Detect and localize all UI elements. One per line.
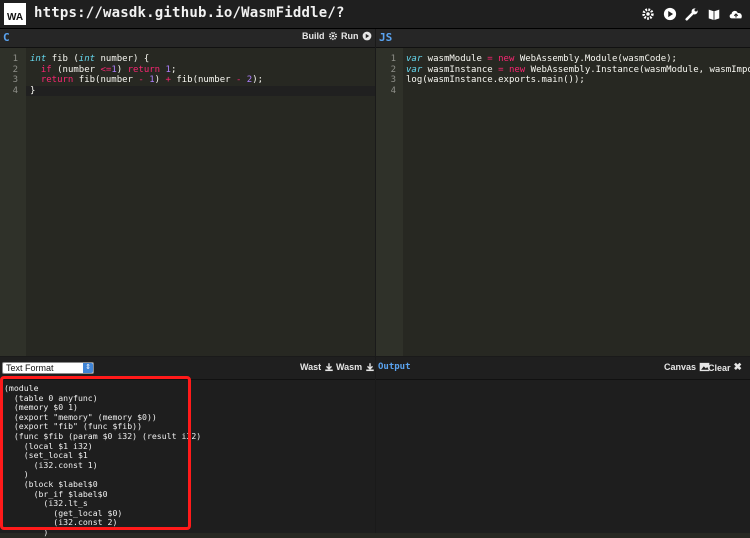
build-label: Build: [302, 31, 325, 41]
vertical-divider[interactable]: [375, 29, 376, 533]
gear-icon[interactable]: [640, 6, 656, 22]
cloud-upload-icon[interactable]: [728, 6, 744, 22]
canvas-label: Canvas: [664, 362, 697, 372]
clear-button[interactable]: Clear ✖: [708, 362, 742, 373]
format-select[interactable]: Text Format ⇕: [2, 362, 94, 374]
js-code-line-3: log(wasmInstance.exports.main());: [406, 75, 585, 85]
run-button[interactable]: Run: [341, 31, 372, 41]
c-editor[interactable]: 1 2 3 4 int fib (int number) { if (numbe…: [0, 48, 375, 356]
format-select-value: Text Format: [6, 363, 54, 373]
js-code-line-2: var wasmInstance = new WebAssembly.Insta…: [406, 64, 750, 75]
c-code-line-1: int fib (int number) {: [30, 54, 150, 64]
wast-download-button[interactable]: Wast: [300, 362, 334, 372]
logo: WA: [4, 3, 26, 25]
line-number: 2: [390, 64, 396, 75]
highlight-annotation-box: [0, 376, 191, 530]
active-line-highlight: [26, 85, 375, 96]
page-url: https://wasdk.github.io/WasmFiddle/?: [34, 5, 345, 21]
wasm-download-button[interactable]: Wasm: [336, 362, 375, 372]
canvas-button[interactable]: Canvas: [664, 362, 710, 372]
js-editor[interactable]: 1 2 3 4 var wasmModule = new WebAssembly…: [376, 48, 750, 356]
wrench-icon[interactable]: [684, 6, 700, 22]
c-pane-header: C Build Run: [0, 29, 375, 48]
fn-token: fib: [51, 54, 68, 64]
c-code-line-4: }: [30, 85, 36, 96]
line-number: 1: [12, 54, 18, 64]
output-label: Output: [378, 362, 411, 372]
close-icon: ✖: [733, 362, 742, 373]
book-icon[interactable]: [706, 6, 722, 22]
chevron-updown-icon: ⇕: [83, 363, 93, 373]
c-pane-label: C: [3, 31, 10, 44]
js-pane-header: JS: [376, 29, 750, 48]
js-code-line-1: var wasmModule = new WebAssembly.Module(…: [406, 54, 677, 64]
download-icon: [325, 363, 333, 372]
play-icon[interactable]: [662, 6, 678, 22]
line-number: 4: [390, 85, 396, 96]
wast-label: Wast: [300, 362, 322, 372]
play-icon: [362, 31, 371, 41]
c-code-line-3: return fib(number - 1) + fib(number - 2)…: [40, 75, 264, 85]
c-code-line-2: if (number <=1) return 1;: [40, 64, 177, 75]
js-pane-label: JS: [379, 31, 393, 44]
build-button[interactable]: Build: [302, 31, 338, 41]
gear-icon: [328, 31, 337, 41]
line-number: 4: [12, 85, 18, 96]
download-icon: [366, 363, 374, 372]
wasm-label: Wasm: [336, 362, 363, 372]
line-number: 2: [12, 64, 18, 75]
line-number: 1: [390, 54, 396, 64]
top-toolbar: [640, 6, 744, 22]
top-bar: WA https://wasdk.github.io/WasmFiddle/?: [0, 0, 750, 29]
clear-label: Clear: [708, 362, 731, 373]
output-panel[interactable]: [376, 380, 750, 533]
run-label: Run: [341, 31, 359, 41]
output-pane-header: Output Canvas Clear ✖: [376, 357, 750, 380]
line-number: 3: [390, 75, 396, 85]
horizontal-divider[interactable]: [0, 356, 750, 357]
line-number: 3: [12, 75, 18, 85]
